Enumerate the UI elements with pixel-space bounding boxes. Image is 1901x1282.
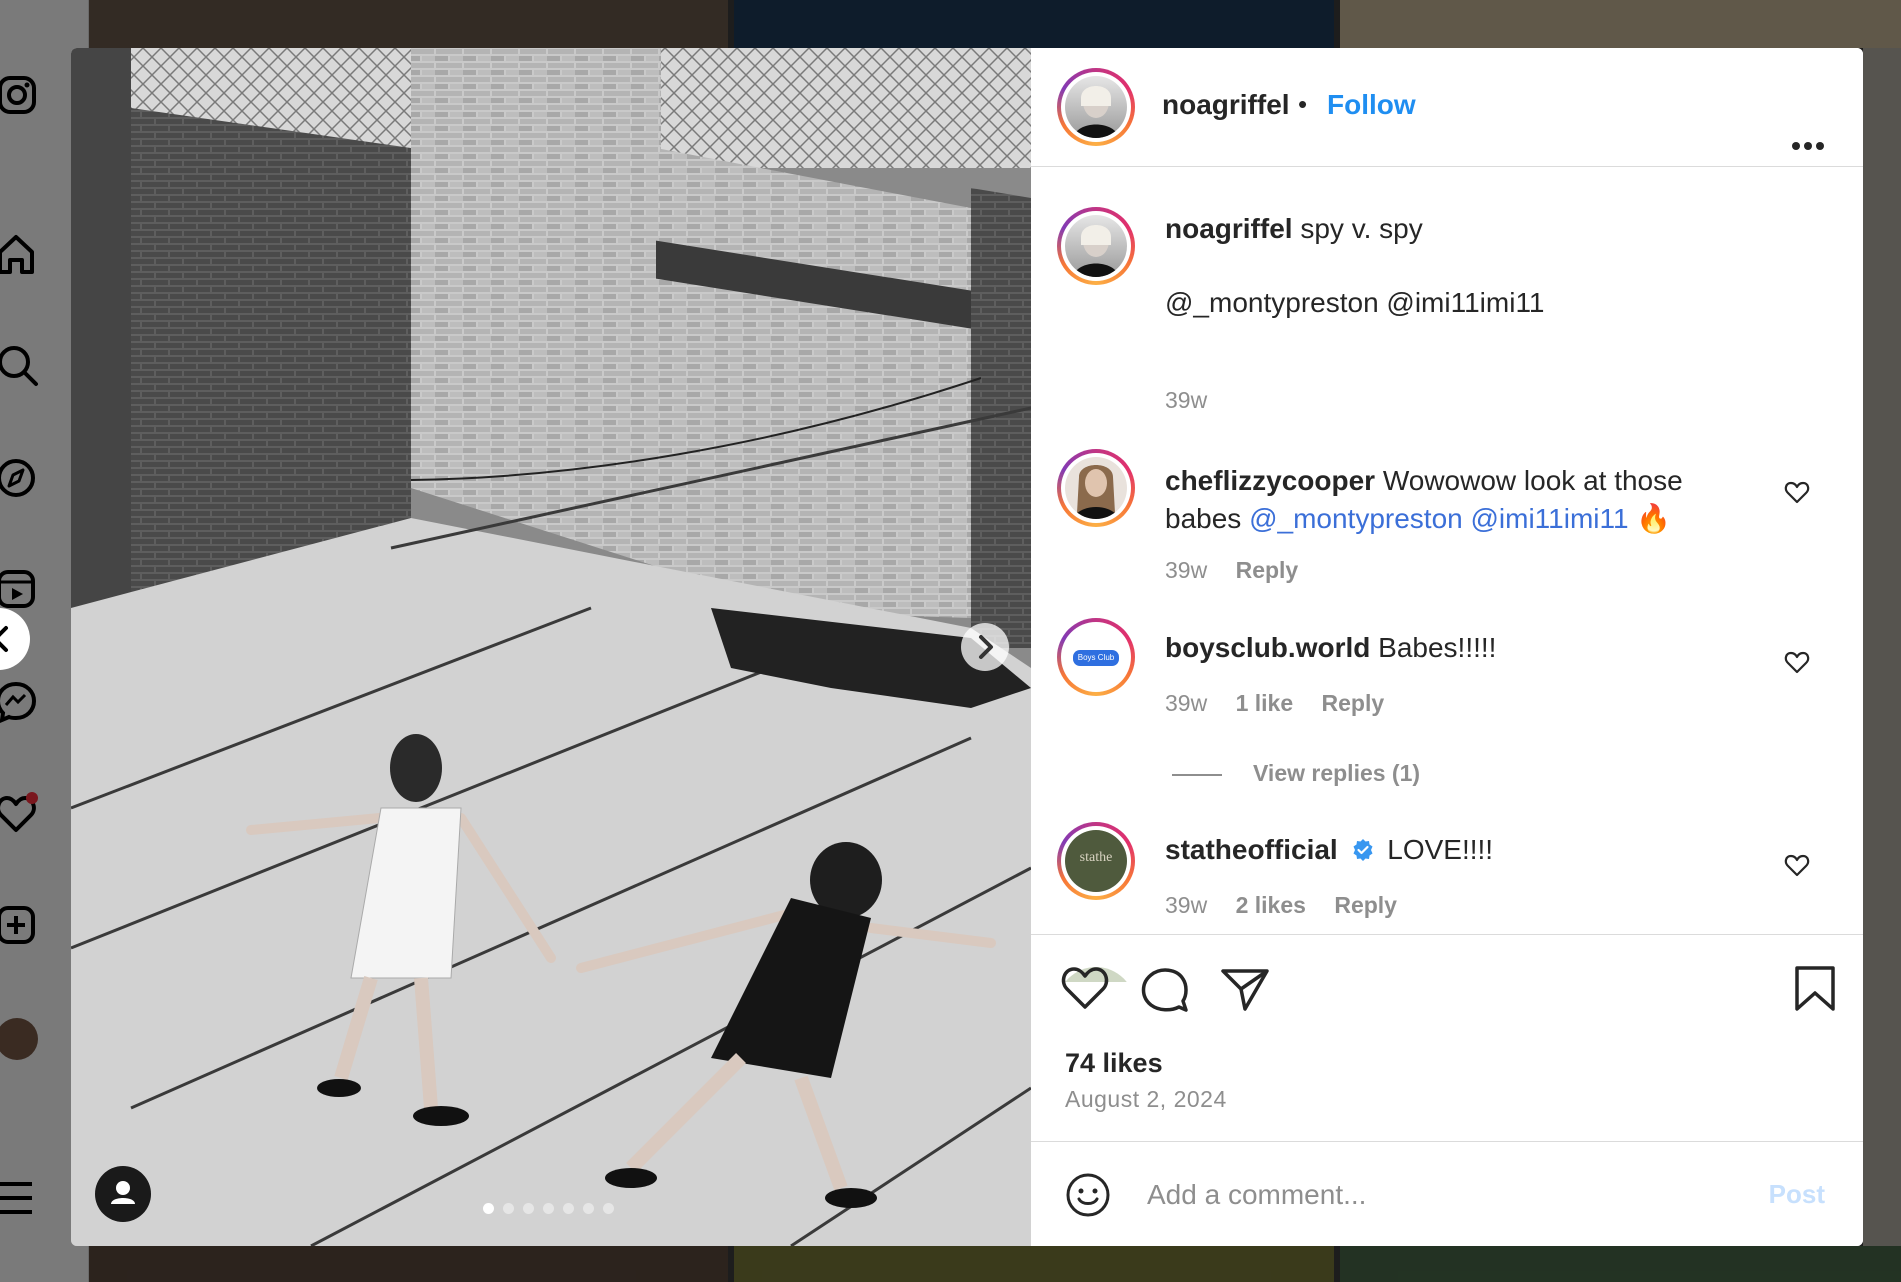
comment-text: boysclub.world Babes!!!!! [1165,629,1496,667]
caption-text: noagriffel spy v. spy [1165,210,1423,248]
comment-timestamp: 39w [1165,892,1208,918]
comment-text-line2: babes @_montypreston @imi11imi11 🔥 [1165,500,1671,538]
caption-body: spy v. spy [1300,213,1423,244]
caption-mentions[interactable]: @_montypreston @imi11imi11 [1165,284,1545,322]
save-icon[interactable] [1789,963,1841,1015]
emoji-icon[interactable] [1065,1172,1111,1218]
reply-button[interactable]: Reply [1322,690,1385,716]
verified-badge-icon [1353,839,1373,861]
comment-meta: 39w Reply [1165,557,1298,584]
view-replies-button[interactable]: View replies (1) [1253,760,1420,787]
author-username[interactable]: noagriffel [1162,89,1290,121]
avatar-portrait [1073,225,1119,277]
avatar-portrait [1073,465,1119,519]
carousel-dot [523,1203,534,1214]
post-comment-button[interactable]: Post [1763,1178,1831,1211]
post-header: noagriffel • Follow [1031,48,1863,167]
comment-mentions[interactable]: @_montypreston @imi11imi11 [1249,503,1629,534]
comment-meta: 39w 1 like Reply [1165,690,1384,717]
carousel-dot [583,1203,594,1214]
comment-body: Wowowow look at those [1382,465,1683,496]
comment-likes-count[interactable]: 1 like [1236,690,1294,716]
stathe-logo: stathe [1079,850,1113,865]
prev-arrow-icon[interactable] [0,608,30,670]
more-options-icon[interactable] [1791,140,1825,152]
next-arrow-icon[interactable] [961,623,1009,671]
comment-avatar[interactable]: Boys Club [1057,618,1135,696]
comment-like-icon[interactable] [1784,650,1810,676]
separator-dot: • [1298,89,1308,119]
carousel-dot [503,1203,514,1214]
carousel-dot [483,1203,494,1214]
tagged-user-icon[interactable] [95,1166,151,1222]
share-icon[interactable] [1219,963,1271,1015]
replies-divider [1172,774,1222,776]
comments-list: noagriffel spy v. spy @_montypreston @im… [1031,167,1863,982]
comment-icon[interactable] [1139,963,1191,1015]
follow-button[interactable]: Follow [1327,89,1416,121]
comment-timestamp: 39w [1165,557,1208,583]
post-photo[interactable] [71,48,1031,1246]
actions-divider [1031,934,1863,935]
comment-like-icon[interactable] [1784,480,1810,506]
comment-avatar[interactable] [1057,449,1135,527]
caption-username[interactable]: noagriffel [1165,213,1293,244]
author-avatar[interactable] [1057,68,1135,146]
comment-meta: 39w 2 likes Reply [1165,892,1397,919]
comment-avatar[interactable]: stathe [1057,822,1135,900]
like-icon[interactable] [1059,963,1111,1015]
comment-username[interactable]: statheofficial [1165,834,1338,865]
post-modal: noagriffel • Follow noagriffel spy v. sp… [71,48,1863,1246]
comment-text: statheofficial LOVE!!!! [1165,831,1493,869]
comment-body: babes [1165,503,1242,534]
comment-timestamp: 39w [1165,690,1208,716]
likes-count[interactable]: 74 likes [1065,1048,1163,1079]
avatar-portrait [1073,86,1119,138]
carousel-dot [563,1203,574,1214]
add-comment-bar: Post [1031,1141,1863,1246]
comment-username[interactable]: boysclub.world [1165,632,1370,663]
carousel-dot [543,1203,554,1214]
comment-like-icon[interactable] [1784,853,1810,879]
post-details-panel: noagriffel • Follow noagriffel spy v. sp… [1031,48,1863,1246]
comment-likes-count[interactable]: 2 likes [1236,892,1306,918]
post-date: August 2, 2024 [1065,1086,1227,1112]
boysclub-logo: Boys Club [1073,650,1119,666]
reply-button[interactable]: Reply [1236,557,1299,583]
comment-username[interactable]: cheflizzycooper [1165,465,1375,496]
reply-button[interactable]: Reply [1334,892,1397,918]
comment-body: LOVE!!!! [1387,834,1494,865]
rooftop-photo [71,48,1031,1246]
caption-avatar[interactable] [1057,207,1135,285]
comment-text: cheflizzycooper Wowowow look at those [1165,462,1683,500]
caption-timestamp: 39w [1165,387,1208,413]
carousel-dot [603,1203,614,1214]
comment-input[interactable] [1145,1170,1709,1220]
comment-body: Babes!!!!! [1378,632,1497,663]
fire-emoji: 🔥 [1636,503,1672,534]
